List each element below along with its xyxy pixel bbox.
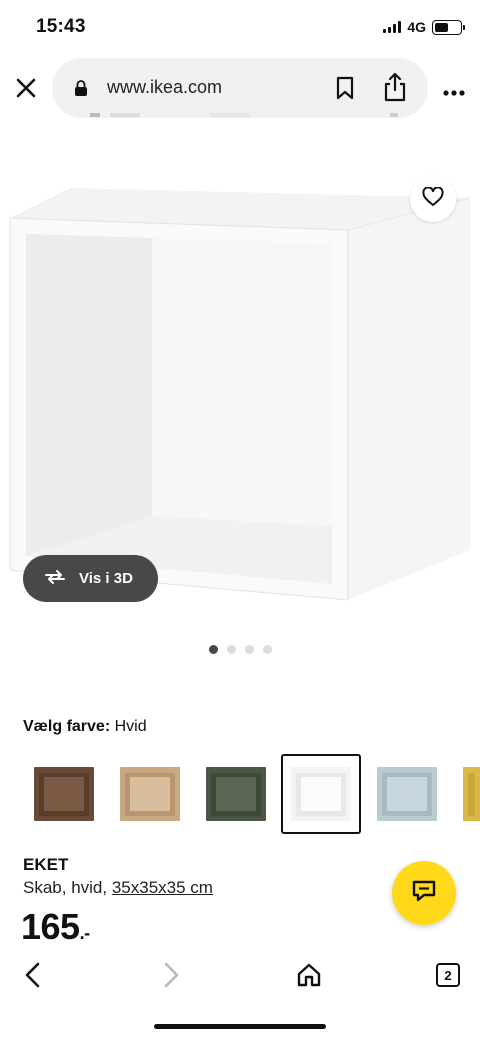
more-icon[interactable] — [442, 84, 466, 96]
swatch-dark-green[interactable] — [196, 754, 276, 834]
status-bar: 15:43 4G — [0, 0, 480, 54]
browser-bar: www.ikea.com — [0, 58, 480, 118]
favorite-button[interactable] — [410, 176, 456, 222]
forward-icon[interactable] — [160, 962, 182, 988]
product-price: 165.- — [21, 906, 90, 948]
carousel-dots — [0, 645, 480, 654]
share-icon[interactable] — [382, 72, 408, 102]
heart-icon — [422, 185, 444, 212]
status-time: 15:43 — [36, 16, 86, 37]
swatch-oak[interactable] — [110, 754, 190, 834]
lock-icon — [74, 79, 88, 97]
url-text: www.ikea.com — [107, 77, 223, 97]
signal-icon — [383, 21, 402, 33]
swatch-white[interactable] — [281, 754, 361, 834]
view-3d-button[interactable]: Vis i 3D — [23, 555, 158, 602]
price-value: 165 — [21, 906, 80, 947]
close-icon[interactable] — [12, 74, 40, 102]
view-3d-label: Vis i 3D — [79, 570, 133, 587]
selected-color: Hvid — [114, 718, 147, 735]
color-swatches — [0, 754, 480, 834]
carousel-dot[interactable] — [244, 645, 254, 654]
network-label: 4G — [407, 19, 426, 35]
back-icon[interactable] — [22, 962, 44, 988]
product-name: EKET — [23, 855, 69, 874]
battery-icon — [432, 19, 465, 35]
product-size-link[interactable]: 35x35x35 cm — [112, 878, 213, 897]
home-icon[interactable] — [296, 962, 322, 988]
price-suffix: .- — [79, 923, 91, 943]
swatch-light-blue[interactable] — [367, 754, 447, 834]
product-description: Skab, hvid, 35x35x35 cm — [23, 878, 213, 898]
cut-off-text — [90, 113, 398, 117]
status-indicators: 4G — [383, 19, 465, 35]
bookmark-icon[interactable] — [334, 76, 356, 100]
color-label-prefix: Vælg farve: — [23, 718, 111, 735]
address-bar[interactable]: www.ikea.com — [52, 58, 428, 118]
rotate-3d-icon — [43, 569, 67, 589]
swatch-yellow[interactable] — [453, 754, 480, 834]
color-selector-label: Vælg farve: Hvid — [23, 718, 147, 736]
chat-icon — [411, 879, 437, 908]
home-indicator — [154, 1024, 326, 1029]
carousel-dot[interactable] — [208, 645, 218, 654]
chat-button[interactable] — [392, 861, 456, 925]
product-description-text: Skab, hvid, — [23, 878, 108, 897]
carousel-dot[interactable] — [226, 645, 236, 654]
carousel-dot[interactable] — [262, 645, 272, 654]
swatch-walnut[interactable] — [24, 754, 104, 834]
tabs-icon[interactable]: 2 — [436, 963, 460, 987]
